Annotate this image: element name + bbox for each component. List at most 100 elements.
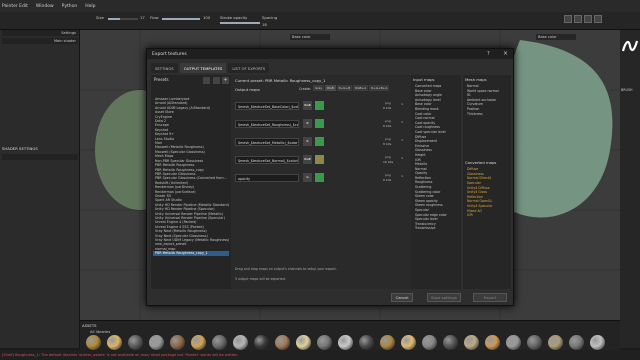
menu-item-python[interactable]: Python <box>62 4 78 9</box>
input-map-slot[interactable] <box>315 101 324 110</box>
material-thumbnail[interactable] <box>443 335 458 350</box>
mesh-map-item[interactable]: Thickness <box>463 112 511 117</box>
material-thumbnail[interactable] <box>569 335 584 350</box>
format-dropdown[interactable]: png <box>385 155 391 159</box>
material-thumbnail[interactable] <box>590 335 605 350</box>
channel-chip[interactable]: G <box>303 173 312 182</box>
view-icon-1[interactable] <box>564 15 572 23</box>
output-name-field[interactable]: $mesh_$textureSet_Roughness(_$colorSpace… <box>235 120 299 128</box>
material-thumbnail[interactable] <box>296 335 311 350</box>
remove-output-icon[interactable]: × <box>401 138 404 142</box>
input-map-slot[interactable] <box>315 173 324 182</box>
bit-depth-dropdown[interactable]: 8 bits <box>383 106 391 110</box>
output-name-field[interactable]: opacity <box>235 174 299 182</box>
create-r-g-b-a-button[interactable]: R+G+B+A <box>369 85 390 91</box>
create-rgb-button[interactable]: RGB <box>325 85 336 91</box>
material-thumbnail[interactable] <box>107 335 122 350</box>
close-icon[interactable]: × <box>503 50 508 57</box>
material-thumbnail[interactable] <box>527 335 542 350</box>
remove-output-icon[interactable]: × <box>401 174 404 178</box>
bit-depth-dropdown[interactable]: 8 bits <box>383 124 391 128</box>
remove-output-icon[interactable]: × <box>401 120 404 124</box>
menu-item-edit[interactable]: Painter Edit <box>2 4 28 9</box>
size-slider[interactable] <box>108 18 138 20</box>
shader-input-field[interactable] <box>2 154 78 160</box>
settings-dropdown[interactable]: Settings <box>2 30 78 36</box>
flow-slider[interactable] <box>162 18 200 20</box>
help-icon[interactable]: ? <box>487 51 490 57</box>
menu-item-help[interactable]: Help <box>85 4 95 9</box>
camera-icon[interactable] <box>584 15 592 23</box>
tab-output-templates[interactable]: OUTPUT TEMPLATES <box>179 63 227 73</box>
input-map-item[interactable]: Transmissive <box>411 226 461 231</box>
material-thumbnail[interactable] <box>485 335 500 350</box>
format-dropdown[interactable]: png <box>385 101 391 105</box>
material-thumbnail[interactable] <box>338 335 353 350</box>
status-bar: [Shelf] Roughness_1: The default librari… <box>0 350 640 360</box>
material-thumbnail[interactable] <box>128 335 143 350</box>
material-thumbnail[interactable] <box>170 335 185 350</box>
material-thumbnail[interactable] <box>401 335 416 350</box>
material-thumbnail[interactable] <box>359 335 374 350</box>
channel-chip[interactable]: R <box>303 119 312 128</box>
shader-dropdown[interactable]: Main shader <box>2 38 78 44</box>
save-settings-button[interactable]: Save settings <box>427 293 461 302</box>
dialog-title: Export textures <box>147 49 513 59</box>
format-dropdown[interactable]: png <box>385 137 391 141</box>
input-map-slot[interactable] <box>315 155 324 164</box>
preset-item[interactable]: PBR Metallic Roughness_copy_1 <box>153 251 229 256</box>
material-thumbnail[interactable] <box>254 335 269 350</box>
material-thumbnail[interactable] <box>422 335 437 350</box>
input-map-slot[interactable] <box>315 119 324 128</box>
format-dropdown[interactable]: png <box>385 119 391 123</box>
library-selector[interactable]: All libraries <box>90 330 110 334</box>
remove-output-icon[interactable]: × <box>401 156 404 160</box>
create-r-g-b-button[interactable]: R+G+B <box>336 85 353 91</box>
bit-depth-dropdown[interactable]: 8 bits <box>383 178 391 182</box>
output-name-field[interactable]: $mesh_$textureSet_Metallic(_$colorSpace)… <box>235 138 299 146</box>
channel-chip[interactable]: RGB <box>303 101 312 110</box>
channel-chip[interactable]: R <box>303 137 312 146</box>
tab-list-of-exports[interactable]: LIST OF EXPORTS <box>228 63 270 73</box>
material-thumbnail[interactable] <box>548 335 563 350</box>
input-maps-header: Input maps <box>413 77 435 82</box>
material-thumbnail[interactable] <box>191 335 206 350</box>
screenshot-icon[interactable] <box>594 15 602 23</box>
converted-map-item[interactable]: IOR <box>463 213 511 218</box>
add-icon[interactable]: + <box>222 77 229 84</box>
bit-depth-dropdown[interactable]: 8 bits <box>383 142 391 146</box>
menu-item-window[interactable]: Window <box>36 4 54 9</box>
add-preset-icon[interactable] <box>203 77 210 84</box>
material-thumbnail[interactable] <box>212 335 227 350</box>
create-gray-button[interactable]: Gray <box>313 85 325 91</box>
material-thumbnail[interactable] <box>317 335 332 350</box>
flow-value[interactable]: 100 <box>203 15 210 20</box>
output-name-field[interactable]: $mesh_$textureSet_Normal(_$colorSpace)(.… <box>235 156 299 164</box>
viewport-channel-dropdown-right[interactable]: Base color <box>536 34 576 40</box>
format-dropdown[interactable]: png <box>385 173 391 177</box>
material-thumbnail[interactable] <box>86 335 101 350</box>
material-thumbnail[interactable] <box>464 335 479 350</box>
material-thumbnail[interactable] <box>506 335 521 350</box>
export-button[interactable]: Export <box>473 293 507 302</box>
flow-label: Flow <box>150 15 159 20</box>
viewport-channel-dropdown[interactable]: Base color <box>290 34 330 40</box>
material-thumbnail[interactable] <box>149 335 164 350</box>
remove-output-icon[interactable]: × <box>401 102 404 106</box>
size-value[interactable]: 17 <box>140 15 145 20</box>
output-row: $mesh_$textureSet_Metallic(_$colorSpace)… <box>235 137 407 148</box>
view-icon-2[interactable] <box>574 15 582 23</box>
output-name-field[interactable]: $mesh_$textureSet_BaseColor(_$colorSpace… <box>235 102 299 110</box>
material-thumbnail[interactable] <box>380 335 395 350</box>
material-thumbnail[interactable] <box>275 335 290 350</box>
tab-settings[interactable]: SETTINGS <box>151 63 178 73</box>
duplicate-preset-icon[interactable] <box>213 77 220 84</box>
channel-chip[interactable]: RGB <box>303 155 312 164</box>
input-map-slot[interactable] <box>315 137 324 146</box>
create-rgb-a-button[interactable]: RGB+A <box>353 85 369 91</box>
stroke-opacity-slider[interactable] <box>220 22 260 24</box>
bit-depth-dropdown[interactable]: 16 bits <box>383 160 393 164</box>
cancel-button[interactable]: Cancel <box>391 293 413 302</box>
material-thumbnail[interactable] <box>233 335 248 350</box>
spacing-value[interactable]: 18 <box>262 22 267 27</box>
